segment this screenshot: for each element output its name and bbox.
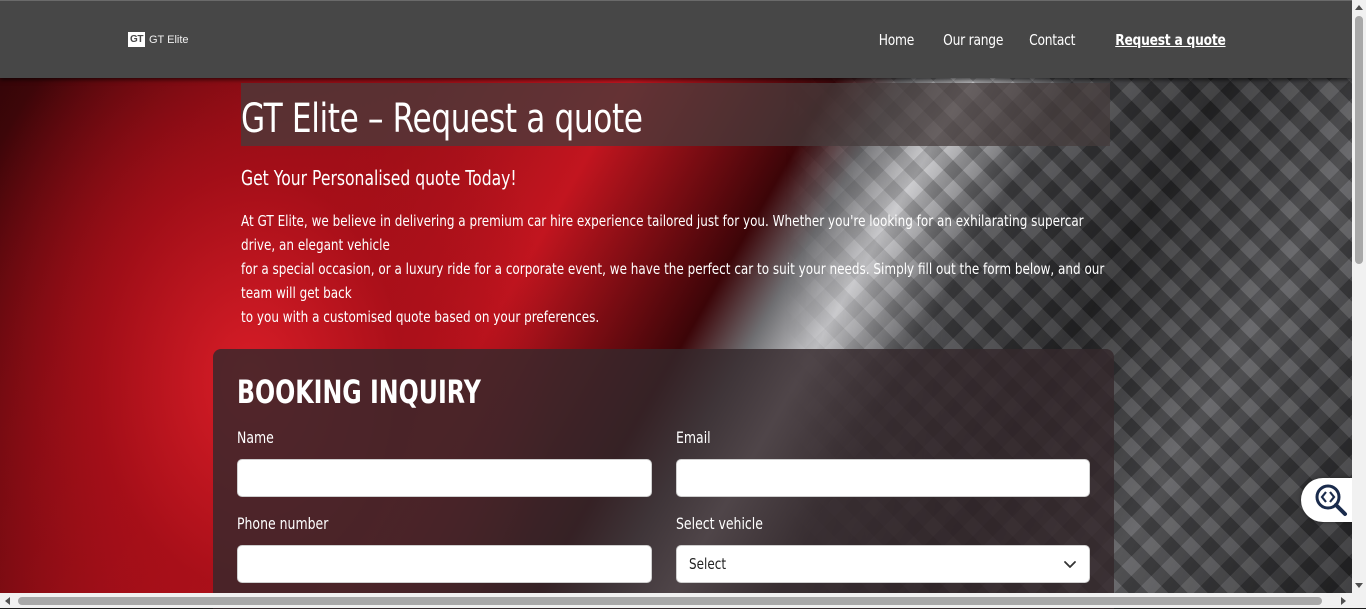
main-nav: Home Our range Contact Request a quote [871,31,1227,49]
scroll-down-arrow-icon[interactable] [1354,582,1364,590]
nav-home[interactable]: Home [879,31,915,49]
vehicle-select[interactable]: Select [676,545,1090,583]
site-header: GT GT Elite Home Our range Contact Reque… [0,0,1352,78]
form-title: BOOKING INQUIRY [237,373,481,411]
vertical-scrollbar-thumb[interactable] [1355,16,1363,264]
phone-label: Phone number [237,514,329,533]
nav-our-range[interactable]: Our range [943,31,1003,49]
email-field[interactable] [676,459,1090,497]
vehicle-select-value: Select [689,555,727,573]
code-search-icon [1315,484,1347,516]
chevron-down-icon [1064,561,1076,568]
page-subtitle: Get Your Personalised quote Today! [241,166,517,190]
horizontal-scrollbar-thumb[interactable] [18,597,1322,605]
logo-mark: GT [128,32,145,47]
scroll-left-arrow-icon[interactable] [3,596,11,606]
page-title: GT Elite – Request a quote [241,96,643,142]
nav-contact[interactable]: Contact [1029,31,1075,49]
nav-request-quote[interactable]: Request a quote [1116,31,1227,49]
scroll-right-arrow-icon[interactable] [1340,596,1348,606]
logo[interactable]: GT GT Elite [128,32,189,47]
intro-line: At GT Elite, we believe in delivering a … [241,212,1084,254]
intro-line: for a special occasion, or a luxury ride… [241,260,1105,302]
vehicle-label: Select vehicle [676,514,763,533]
logo-text: GT Elite [149,33,189,46]
intro-line: to you with a customised quote based on … [241,308,600,326]
name-field[interactable] [237,459,652,497]
email-label: Email [676,428,711,447]
scroll-up-arrow-icon[interactable] [1354,3,1364,11]
name-label: Name [237,428,274,447]
intro-text: At GT Elite, we believe in delivering a … [241,209,1109,329]
phone-field[interactable] [237,545,652,583]
